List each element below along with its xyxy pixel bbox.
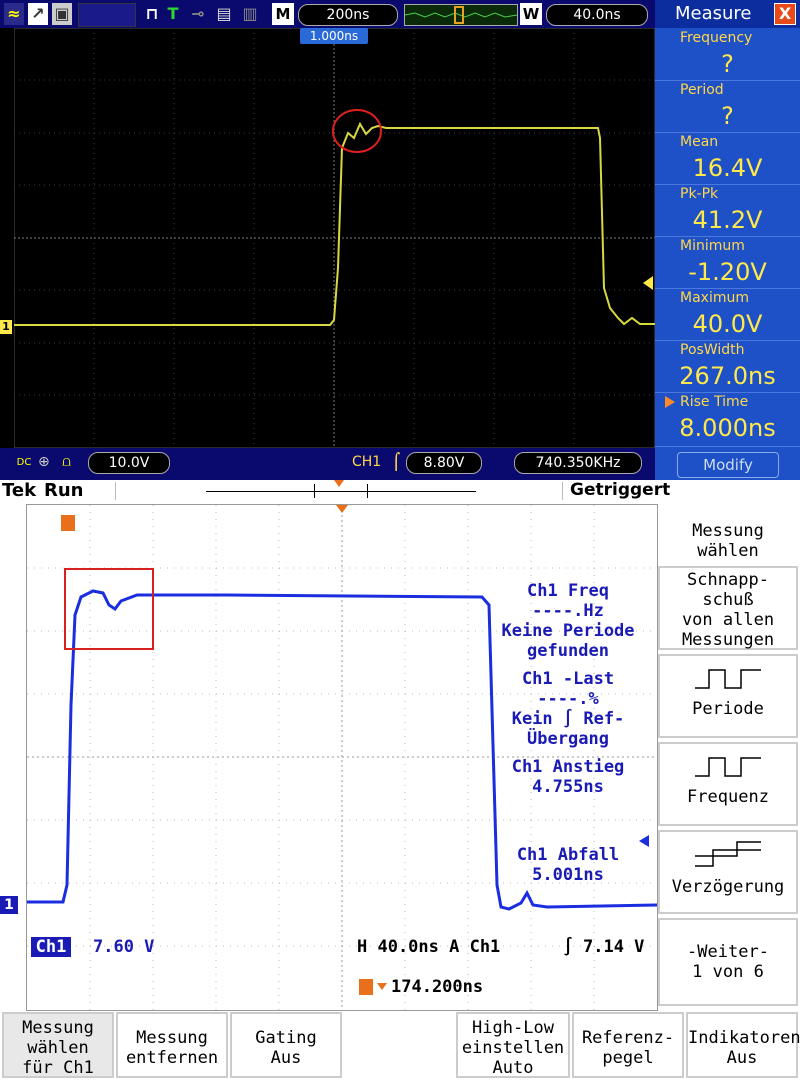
ch1-scale-bottom[interactable]: 7.60 V	[93, 937, 154, 957]
print-icon[interactable]: ▥	[240, 3, 260, 25]
trigger-level-value[interactable]: 8.80V	[406, 452, 482, 474]
more-button[interactable]: -Weiter- 1 von 6	[658, 918, 798, 1006]
ch1-scale-value[interactable]: 10.0V	[88, 452, 170, 474]
select-measurement-button[interactable]: Messung wählen für Ch1	[2, 1012, 114, 1078]
trigger-top-arrow	[336, 505, 348, 513]
measure-value-frequency: ?	[721, 50, 734, 78]
ch1-marker[interactable]: 1	[0, 320, 12, 334]
tek-status-bar: Tek Run Getriggert	[0, 480, 800, 502]
horizontal-status[interactable]: H 40.0ns A Ch1	[357, 937, 500, 957]
rising-edge-icon: ⌠	[392, 452, 401, 471]
main-timebase-icon: M	[272, 3, 294, 25]
measure-panel: Measure X Frequency ? Period ? Mean 16.4…	[655, 0, 800, 480]
trigger-position-label[interactable]: 1.000ns	[300, 28, 368, 44]
selected-arrow-icon	[665, 396, 675, 408]
measure-label-mean[interactable]: Mean	[680, 134, 718, 150]
edge-icon: ∫	[563, 937, 574, 957]
gating-button[interactable]: Gating Aus	[230, 1012, 342, 1078]
measure-value-pkpk: 41.2V	[692, 206, 763, 234]
snapshot-button[interactable]: Schnapp-schuß von allen Messungen	[658, 566, 798, 650]
timebase-value[interactable]: 200ns	[298, 4, 398, 26]
frequency-button[interactable]: Frequenz	[658, 742, 798, 826]
frequency-waveform-icon	[695, 757, 761, 777]
high-low-button[interactable]: High-Low einstellen Auto	[456, 1012, 570, 1078]
blank-slot	[78, 3, 136, 27]
ch1-badge[interactable]: Ch1	[31, 937, 71, 957]
measure-label-period[interactable]: Period	[680, 82, 724, 98]
measure-label-risetime[interactable]: Rise Time	[680, 394, 748, 410]
top-waveform-svg	[13, 27, 656, 449]
period-button[interactable]: Periode	[658, 654, 798, 738]
meas-duty-title: Ch1 -Last	[521, 669, 615, 689]
memory-overview-bar[interactable]	[404, 4, 518, 26]
close-icon[interactable]: X	[774, 3, 796, 25]
meas-freq-note2: gefunden	[527, 641, 609, 661]
modify-button[interactable]: Modify	[677, 452, 779, 478]
coupling-label: DC	[16, 457, 32, 468]
meas-duty-note1: Kein ∫ Ref-	[511, 709, 625, 729]
memory-overview-trace	[404, 6, 518, 24]
frequency-counter: 740.350KHz	[514, 452, 642, 474]
pulse-icon[interactable]: ⊓	[142, 3, 162, 25]
meas-fall-value: 5.001ns	[532, 865, 604, 885]
measure-label-minimum[interactable]: Minimum	[680, 238, 745, 254]
image-icon[interactable]: ▣	[52, 3, 72, 25]
ch1-marker-bottom[interactable]: 1	[0, 896, 18, 914]
period-waveform-icon	[695, 669, 761, 689]
measure-label-poswidth[interactable]: PosWidth	[680, 342, 744, 358]
measure-value-risetime: 8.000ns	[679, 414, 776, 442]
meas-freq-value: ----.Hz	[532, 601, 604, 621]
trigger-source: CH1	[352, 454, 382, 470]
trigger-delay-icon	[359, 979, 373, 995]
measure-value-period: ?	[721, 102, 734, 130]
trigger-point-marker	[61, 515, 75, 531]
run-state: Run	[44, 480, 84, 501]
side-menu-title: Messung wählen	[658, 516, 798, 562]
bw-limit-icon: ⊕	[38, 454, 50, 470]
meas-freq-note1: Keine Periode	[501, 621, 635, 641]
trigger-icon[interactable]: T	[164, 3, 182, 25]
measure-label-frequency[interactable]: Frequency	[680, 30, 752, 46]
delay-button[interactable]: Verzögerung	[658, 830, 798, 914]
delay-waveform-icon	[695, 841, 761, 867]
reference-level-button[interactable]: Referenz-pegel	[572, 1012, 684, 1078]
measure-value-minimum: -1.20V	[688, 258, 767, 286]
measure-title-text: Measure	[675, 3, 752, 24]
window-icon: W	[520, 3, 542, 25]
meas-rise-value: 4.755ns	[532, 777, 604, 797]
meas-rise-title: Ch1 Anstieg	[511, 757, 625, 777]
trigger-status: Getriggert	[570, 480, 671, 500]
save-icon[interactable]: ▤	[214, 3, 234, 25]
record-indicator	[115, 480, 563, 500]
tek-logo: Tek	[2, 480, 37, 501]
meas-duty-note2: Übergang	[527, 729, 609, 749]
meas-fall-title: Ch1 Abfall	[516, 845, 620, 865]
measure-value-poswidth: 267.0ns	[679, 362, 776, 390]
usb-icon: ⊸	[191, 4, 205, 23]
trigger-delay-value[interactable]: 174.200ns	[391, 977, 483, 997]
meas-duty-value: ----.%	[537, 689, 599, 709]
top-toolbar: ≈ ↗ ▣ ⊓ T ⊸ ▤ ▥ M 200ns W 40.0ns	[0, 0, 655, 28]
cursor-icon[interactable]: ↗	[28, 3, 48, 25]
trigger-level-bottom[interactable]: 7.14 V	[583, 937, 644, 957]
trigger-level-arrow[interactable]	[643, 276, 653, 290]
measure-value-mean: 16.4V	[692, 154, 763, 182]
probe-icon: ⩍	[62, 454, 72, 470]
measure-value-maximum: 40.0V	[692, 310, 763, 338]
window-value[interactable]: 40.0ns	[546, 4, 648, 26]
remove-measurement-button[interactable]: Messung entfernen	[116, 1012, 228, 1078]
bottom-waveform-grid: Ch1 Freq ----.Hz Keine Periode gefunden …	[26, 504, 658, 1011]
indicators-button[interactable]: Indikatoren Aus	[686, 1012, 800, 1078]
waveform-icon[interactable]: ≈	[4, 3, 24, 25]
top-bottom-bar: DC ⊕ ⩍ 10.0V CH1 ⌠ 8.80V 740.350KHz	[0, 448, 655, 480]
delay-arrow-icon	[377, 983, 387, 990]
measure-label-maximum[interactable]: Maximum	[680, 290, 749, 306]
measure-label-pkpk[interactable]: Pk-Pk	[680, 186, 718, 202]
trigger-pos-arrow	[334, 480, 344, 487]
meas-freq-title: Ch1 Freq	[527, 581, 609, 601]
top-waveform-grid: 1.000ns	[13, 27, 656, 449]
